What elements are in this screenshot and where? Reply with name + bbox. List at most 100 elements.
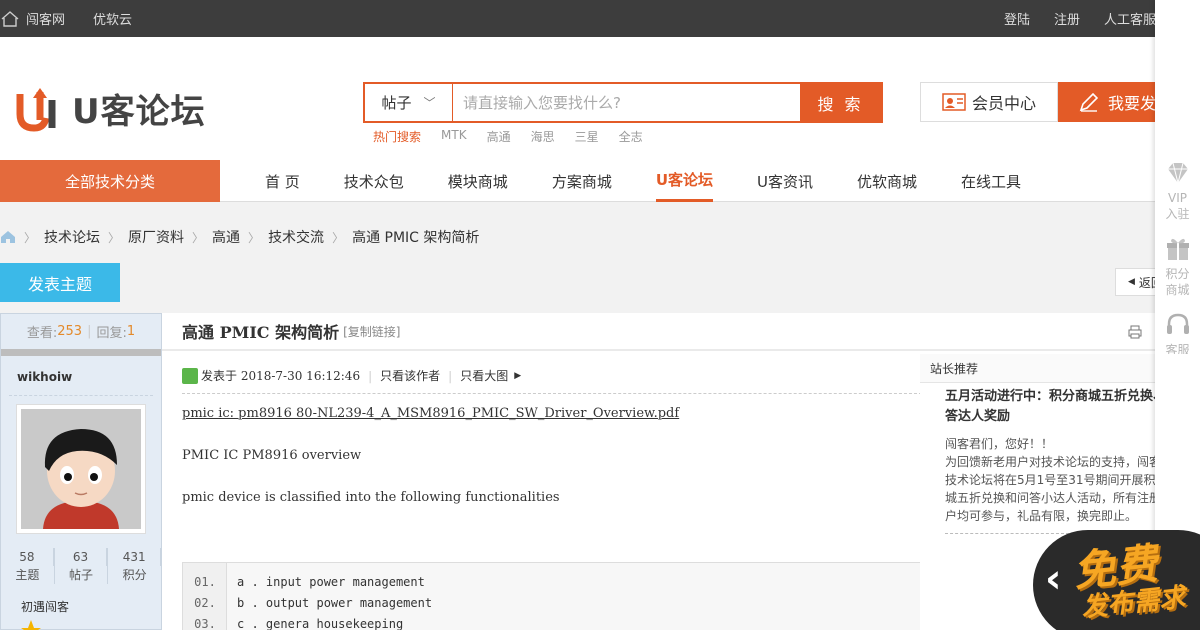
stat-value: 63	[55, 548, 108, 566]
search-type-select[interactable]: 帖子 ﹀	[365, 84, 453, 121]
top-bar: 闯客网 优软云 登陆 注册 人工客服	[0, 0, 1200, 37]
only-big-image-link[interactable]: 只看大图	[460, 367, 508, 384]
code-text: a . input power management	[237, 574, 425, 589]
nav-item-online-tools[interactable]: 在线工具	[961, 160, 1021, 202]
copy-link[interactable]: [复制链接]	[343, 323, 400, 340]
recommend-greeting: 闯客君们，您好！！	[945, 437, 1054, 451]
login-link[interactable]: 登陆	[1004, 9, 1030, 28]
avatar[interactable]	[16, 404, 146, 534]
hot-search-label: 热门搜索	[373, 130, 422, 144]
sidebar-vip[interactable]: VIP入驻	[1155, 160, 1200, 222]
topbar-link-yourun[interactable]: 优软云	[93, 9, 132, 28]
code-line: 01. a . input power management	[183, 571, 425, 592]
all-categories-button[interactable]: 全部技术分类	[0, 160, 220, 202]
topbar-link-chuangke[interactable]: 闯客网	[26, 9, 65, 28]
nav-item-home[interactable]: 首 页	[265, 160, 300, 202]
free-publish-badge[interactable]: ‹ 免费 发布需求	[1033, 530, 1200, 630]
hot-term[interactable]: 三星	[575, 128, 599, 145]
customer-service-link[interactable]: 人工客服	[1104, 9, 1156, 28]
breadcrumb-separator: 〉	[248, 230, 261, 245]
code-text: b . output power management	[237, 595, 433, 610]
breadcrumb-item[interactable]: 原厂资料	[128, 227, 184, 247]
line-number: 02.	[194, 595, 216, 610]
user-stat-topics[interactable]: 58 主题	[1, 548, 55, 584]
stat-label: 主题	[15, 568, 40, 582]
main-nav: 全部技术分类 首 页 技术众包 模块商城 方案商城 U客论坛 U客资讯 优软商城…	[0, 160, 1200, 202]
nav-item-crowdsource[interactable]: 技术众包	[344, 160, 404, 202]
sidebar-vip-label: VIP入驻	[1165, 191, 1190, 221]
stat-label: 积分	[122, 568, 147, 582]
home-icon[interactable]	[0, 9, 20, 29]
hot-search: 热门搜索 MTK 高通 海思 三星 全志	[373, 128, 643, 145]
nav-item-module-shop[interactable]: 模块商城	[448, 160, 508, 202]
hot-term[interactable]: 全志	[619, 128, 643, 145]
chevron-left-icon: ‹	[1045, 556, 1062, 602]
nav-item-news[interactable]: U客资讯	[757, 160, 813, 202]
user-online-icon	[182, 367, 198, 384]
hot-term[interactable]: 高通	[487, 128, 511, 145]
code-line: 03. c . genera housekeeping	[183, 613, 403, 630]
sidebar-service-label: 客服	[1165, 343, 1190, 354]
print-icon[interactable]	[1128, 325, 1142, 339]
recommend-headline[interactable]: 五月活动进行中：积分商城五折兑换、问答达人奖励	[945, 387, 1180, 427]
line-number: 03.	[194, 616, 216, 630]
site-logo[interactable]: U客论坛	[16, 84, 206, 133]
user-stat-posts[interactable]: 63 帖子	[55, 548, 109, 584]
meta-divider: |	[368, 368, 373, 383]
hot-term[interactable]: MTK	[441, 128, 467, 145]
breadcrumb-item[interactable]: 高通	[212, 227, 240, 247]
code-line: 02. b . output power management	[183, 592, 432, 613]
headset-icon	[1166, 313, 1189, 334]
author-name[interactable]: wikhoiw	[9, 356, 153, 396]
caret-right-icon: ▶	[514, 370, 522, 381]
sidebar-shop[interactable]: 积分商城	[1155, 236, 1200, 298]
user-stat-points[interactable]: 431 积分	[108, 548, 162, 584]
chevron-down-icon: ﹀	[423, 96, 436, 110]
recommend-title-label: 站长推荐	[930, 361, 979, 376]
post-meta: 发表于 2018-7-30 16:12:46 | 只看该作者 | 只看大图 ▶	[182, 367, 521, 384]
divider	[182, 393, 922, 394]
search-type-label: 帖子	[381, 94, 412, 112]
stats-divider: |	[87, 324, 92, 339]
nav-item-solution-shop[interactable]: 方案商城	[552, 160, 612, 202]
nav-item-forum[interactable]: U客论坛	[655, 160, 714, 202]
user-level: 初遇闯客	[21, 600, 70, 614]
member-center-button[interactable]: 会员中心	[920, 82, 1058, 122]
views-label: 查看:	[26, 326, 58, 341]
attachment-link[interactable]: pmic ic: pm8916 80-NL239-4_A_MSM8916_PMI…	[182, 406, 679, 421]
home-icon[interactable]	[0, 230, 16, 244]
replies-label: 回复:	[96, 326, 127, 341]
post-title-row: 高通 PMIC 架构简析 [复制链接]	[162, 313, 1162, 351]
post-time: 发表于 2018-7-30 16:12:46	[201, 369, 361, 383]
thread-stats: 查看: 253 | 回复: 1	[1, 314, 161, 356]
member-card-icon	[942, 93, 966, 111]
member-center-label: 会员中心	[971, 94, 1036, 113]
breadcrumb: 〉 技术论坛 〉 原厂资料 〉 高通 〉 技术交流 〉 高通 PMIC 架构简析	[0, 226, 479, 248]
register-link[interactable]: 注册	[1054, 9, 1080, 28]
breadcrumb-separator: 〉	[192, 230, 205, 245]
breadcrumb-item[interactable]: 技术论坛	[44, 227, 100, 247]
meta-divider: |	[448, 368, 453, 383]
hot-term[interactable]: 海思	[531, 128, 555, 145]
post-paragraph: pmic device is classified into the follo…	[182, 490, 560, 505]
logo-mark-icon	[16, 87, 56, 132]
new-topic-button[interactable]: 发表主题	[0, 263, 120, 302]
caret-left-icon: ◀	[1128, 277, 1135, 287]
nav-item-yourun-shop[interactable]: 优软商城	[857, 160, 917, 202]
line-number: 01.	[194, 574, 216, 589]
avatar-image	[21, 409, 141, 529]
sidebar-service[interactable]: 客服	[1155, 312, 1200, 354]
only-author-link[interactable]: 只看该作者	[380, 367, 440, 384]
breadcrumb-current[interactable]: 高通 PMIC 架构简析	[352, 227, 479, 247]
author-panel: 查看: 253 | 回复: 1 wikhoiw 58 主题 63 帖子 431	[0, 313, 162, 630]
search-button[interactable]: 搜 索	[800, 84, 881, 121]
breadcrumb-item[interactable]: 技术交流	[268, 227, 324, 247]
logo-text: U客论坛	[72, 92, 206, 132]
post-new-label: 我要发	[1108, 94, 1157, 113]
breadcrumb-separator: 〉	[332, 230, 345, 245]
search-bar: 帖子 ﹀ 搜 索	[363, 82, 883, 123]
recommend-text: 为回馈新老用户对技术论坛的支持，闯客网技术论坛将在5月1号至31号期间开展积分商…	[945, 455, 1180, 523]
star-icon	[21, 620, 41, 630]
edit-icon	[1079, 92, 1099, 112]
search-input[interactable]	[453, 84, 800, 121]
